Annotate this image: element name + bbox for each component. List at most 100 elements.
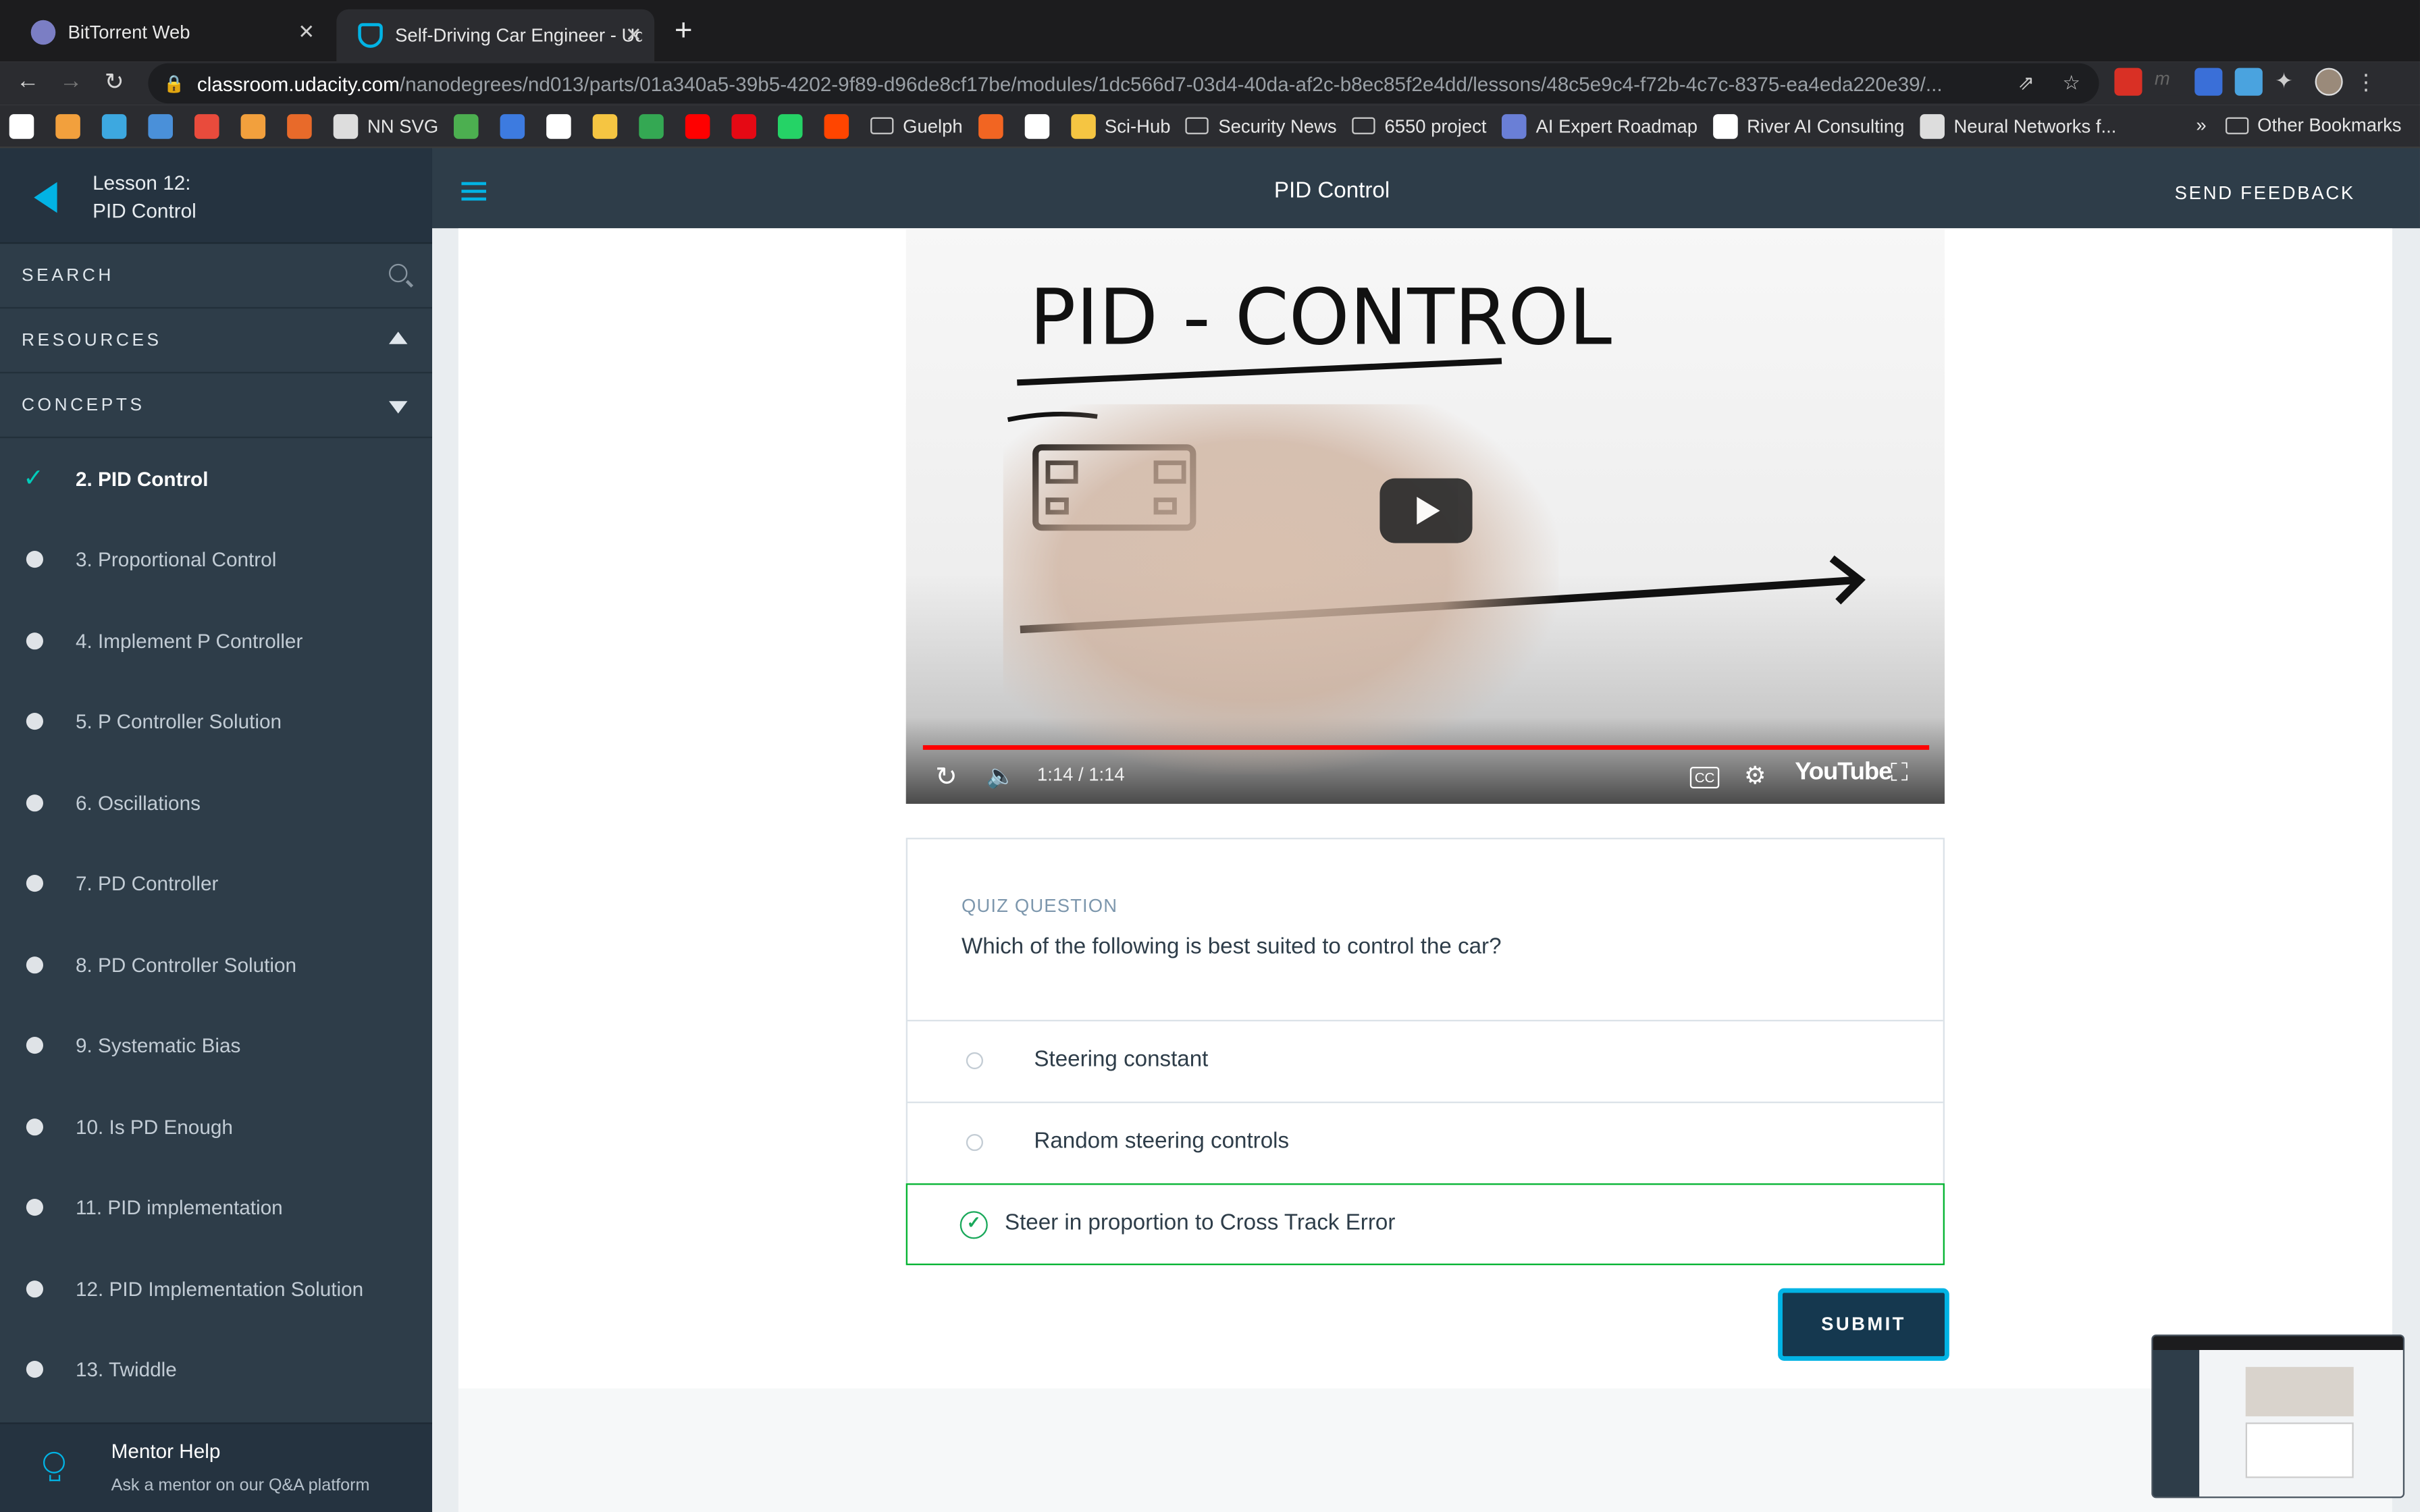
sidebar-concept-item[interactable]: 12. PID Implementation Solution: [0, 1248, 432, 1329]
radio-button[interactable]: [966, 1052, 983, 1069]
url-input[interactable]: 🔒 classroom.udacity.com/nanodegrees/nd01…: [148, 63, 2099, 104]
quiz-option[interactable]: Random steering controls: [907, 1101, 1943, 1182]
sidebar-concept-item[interactable]: 8. PD Controller Solution: [0, 924, 432, 1005]
search-input[interactable]: SEARCH: [22, 266, 114, 284]
resources-toggle[interactable]: RESOURCES: [0, 308, 432, 374]
replay-icon[interactable]: ↻: [935, 762, 957, 793]
bookmark-item[interactable]: [1024, 113, 1058, 138]
sidebar-concept-item[interactable]: 13. Twiddle: [0, 1329, 432, 1410]
bookmark-item[interactable]: [685, 113, 719, 138]
tab-udacity[interactable]: Self-Driving Car Engineer - Uda ✕: [336, 9, 655, 62]
bookmark-item[interactable]: [778, 113, 812, 138]
lesson-title: Lesson 12: PID Control: [93, 169, 196, 225]
concepts-toggle[interactable]: CONCEPTS: [0, 373, 432, 439]
other-bookmarks[interactable]: Other Bookmarks: [2225, 114, 2402, 136]
concept-label: 4. Implement P Controller: [75, 628, 303, 653]
fullscreen-icon[interactable]: ⛶: [1891, 761, 1908, 788]
back-arrow-icon[interactable]: ←: [12, 68, 43, 94]
new-tab-button[interactable]: +: [675, 14, 693, 50]
settings-gear-icon[interactable]: ⚙: [1744, 761, 1766, 792]
submit-button[interactable]: SUBMIT: [1778, 1288, 1949, 1361]
quiz-option[interactable]: Steering constant: [907, 1019, 1943, 1100]
bookmark-item[interactable]: [55, 113, 89, 138]
bookmark-item[interactable]: Guelph: [870, 115, 963, 136]
bookmark-favicon-icon: [824, 113, 849, 138]
sidebar-concept-item[interactable]: 3. Proportional Control: [0, 519, 432, 600]
lesson-header[interactable]: Lesson 12: PID Control: [0, 148, 432, 244]
extension-icon[interactable]: [2234, 68, 2263, 96]
sidebar-concept-item[interactable]: 7. PD Controller: [0, 843, 432, 924]
status-dot-icon: [26, 875, 43, 892]
check-circle-icon[interactable]: ✓: [959, 1211, 988, 1239]
bookmark-item[interactable]: 6550 project: [1352, 115, 1486, 136]
concept-label: 11. PID implementation: [75, 1195, 283, 1220]
bookmark-item[interactable]: [546, 113, 580, 138]
extension-icon[interactable]: m: [2154, 68, 2182, 96]
sidebar-concept-item[interactable]: 6. Oscillations: [0, 762, 432, 843]
bookmark-item[interactable]: [287, 113, 321, 138]
back-icon[interactable]: [34, 182, 57, 213]
bookmark-item[interactable]: [101, 113, 136, 138]
more-bookmarks-icon[interactable]: »: [2196, 114, 2206, 136]
status-dot-icon: [26, 1037, 43, 1054]
bookmark-item[interactable]: [500, 113, 534, 138]
bookmark-item[interactable]: [148, 113, 182, 138]
sidebar-concept-item[interactable]: 4. Implement P Controller: [0, 600, 432, 681]
bookmark-label: Neural Networks f...: [1953, 115, 2117, 137]
search-row[interactable]: SEARCH: [0, 244, 432, 309]
bookmark-item[interactable]: River AI Consulting: [1712, 113, 1904, 138]
bittorrent-icon: [30, 20, 56, 45]
sidebar-concept-item[interactable]: ✓ 2. PID Control: [0, 438, 432, 519]
bookmark-item[interactable]: [194, 113, 228, 138]
avatar[interactable]: [2315, 68, 2343, 96]
bookmark-item[interactable]: [978, 113, 1011, 138]
sidebar-concept-item[interactable]: 5. P Controller Solution: [0, 681, 432, 762]
captions-icon[interactable]: CC: [1689, 766, 1720, 788]
bookmark-item[interactable]: Sci-Hub: [1070, 113, 1170, 138]
bookmark-item[interactable]: [9, 113, 43, 138]
open-external-icon[interactable]: ⇗: [2018, 71, 2034, 96]
star-icon[interactable]: ☆: [2062, 71, 2080, 96]
send-feedback-button[interactable]: SEND FEEDBACK: [2175, 182, 2355, 204]
video-progress-bar[interactable]: [922, 745, 1930, 750]
bookmark-item[interactable]: Neural Networks f...: [1920, 113, 2116, 138]
close-icon[interactable]: ✕: [298, 20, 315, 45]
sidebar-concept-item[interactable]: 9. Systematic Bias: [0, 1005, 432, 1086]
bookmark-item[interactable]: [824, 113, 858, 138]
play-button[interactable]: [1379, 478, 1473, 543]
bookmark-favicon-icon: [194, 113, 219, 138]
screenshot-thumbnail[interactable]: [2151, 1334, 2405, 1498]
volume-icon[interactable]: 🔈: [987, 762, 1016, 790]
sidebar-concept-item[interactable]: 10. Is PD Enough: [0, 1086, 432, 1167]
close-icon[interactable]: ✕: [625, 23, 642, 48]
bookmark-favicon-icon: [546, 113, 571, 138]
forward-arrow-icon[interactable]: →: [55, 68, 86, 94]
quiz-option-selected[interactable]: ✓ Steer in proportion to Cross Track Err…: [905, 1183, 1945, 1266]
sidebar-concept-item[interactable]: 11. PID implementation: [0, 1167, 432, 1248]
status-dot-icon: [26, 1118, 43, 1135]
concept-label: 3. Proportional Control: [75, 547, 277, 572]
youtube-logo[interactable]: YouTube: [1795, 759, 1892, 787]
menu-dots-icon[interactable]: ⋮: [2355, 69, 2377, 95]
tab-bittorrent[interactable]: BitTorrent Web ✕: [9, 9, 327, 56]
radio-button[interactable]: [966, 1133, 983, 1152]
bookmark-favicon-icon: [55, 113, 80, 138]
bookmark-item[interactable]: NN SVG: [333, 113, 438, 138]
bookmark-item[interactable]: AI Expert Roadmap: [1502, 113, 1698, 138]
bookmark-favicon-icon: [1920, 113, 1945, 138]
bookmark-item[interactable]: Security News: [1186, 115, 1337, 136]
bookmark-favicon-icon: [454, 113, 479, 138]
bookmark-favicon-icon: [685, 113, 710, 138]
puzzle-icon[interactable]: ✦: [2275, 68, 2303, 96]
search-icon[interactable]: [388, 263, 408, 283]
bookmark-item[interactable]: [240, 113, 275, 138]
page-title: PID Control: [1273, 179, 1390, 204]
extension-icon[interactable]: [2194, 68, 2223, 96]
bookmark-item[interactable]: [639, 113, 673, 138]
reload-icon[interactable]: ↻: [99, 68, 130, 96]
bookmark-item[interactable]: [454, 113, 488, 138]
bookmark-item[interactable]: [731, 113, 765, 138]
extension-icon[interactable]: [2114, 68, 2142, 96]
mentor-help[interactable]: Mentor Help Ask a mentor on our Q&A plat…: [0, 1422, 432, 1512]
bookmark-item[interactable]: [592, 113, 627, 138]
